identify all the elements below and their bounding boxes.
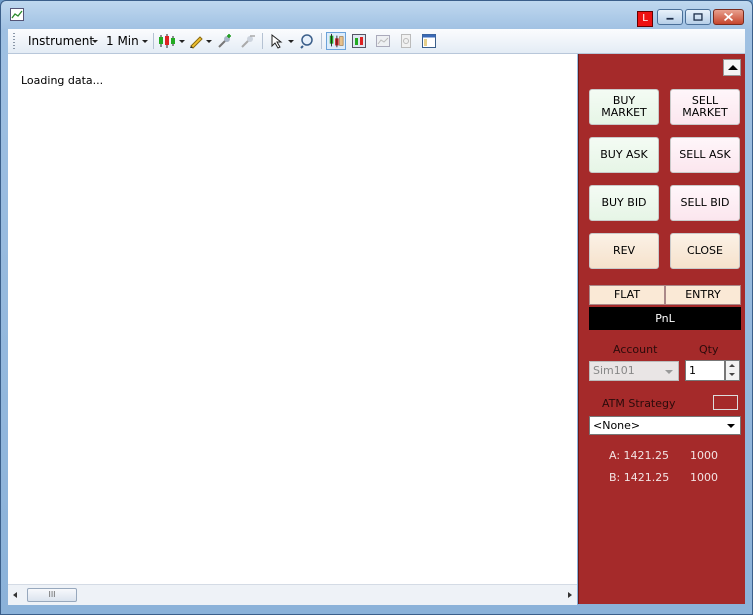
- close-icon: [723, 12, 734, 22]
- interval-selector[interactable]: 1 Min: [106, 34, 139, 48]
- position-row: FLAT ENTRY: [589, 285, 741, 305]
- chart-toolbar: Instrument 1 Min: [8, 29, 745, 54]
- toolbar-separator: [153, 33, 154, 49]
- minimize-button[interactable]: [657, 9, 683, 25]
- buy-bid-button[interactable]: BUY BID: [589, 185, 659, 221]
- buy-market-button[interactable]: BUY MARKET: [589, 89, 659, 125]
- chart-window: L Instrument 1 Min Loading data... III B…: [0, 0, 753, 615]
- scrollbar-thumb[interactable]: III: [27, 588, 77, 602]
- magnifier-icon[interactable]: [299, 33, 315, 49]
- toolbar-separator: [321, 33, 322, 49]
- zoom-in-icon[interactable]: [217, 33, 233, 49]
- horizontal-scrollbar[interactable]: III: [8, 584, 577, 605]
- toolbar-separator: [262, 33, 263, 49]
- atm-strategy-label: ATM Strategy: [602, 397, 676, 410]
- chevron-down-icon: [727, 424, 735, 428]
- atm-strategy-button[interactable]: [713, 395, 738, 410]
- reverse-button[interactable]: REV: [589, 233, 659, 269]
- qty-label: Qty: [699, 343, 719, 356]
- account-select[interactable]: Sim101: [589, 361, 679, 381]
- bid-price: B: 1421.25: [609, 471, 670, 484]
- ask-size: 1000: [690, 449, 718, 462]
- ask-price: A: 1421.25: [609, 449, 670, 462]
- chart-trader-icon[interactable]: [326, 32, 346, 50]
- quantity-input[interactable]: 1: [685, 360, 725, 381]
- drawing-tool-dropdown-arrow-icon[interactable]: [206, 40, 212, 43]
- connection-status-badge: L: [637, 11, 653, 27]
- close-position-button[interactable]: CLOSE: [670, 233, 740, 269]
- cursor-dropdown-arrow-icon[interactable]: [288, 40, 294, 43]
- drawing-tool-icon[interactable]: [188, 33, 204, 49]
- interval-dropdown-arrow-icon[interactable]: [142, 40, 148, 43]
- account-select-value: Sim101: [593, 364, 635, 377]
- entry-price: ENTRY: [665, 285, 741, 305]
- chart-trader-panel: BUY MARKET SELL MARKET BUY ASK SELL ASK …: [578, 54, 745, 604]
- quantity-stepper[interactable]: [725, 360, 740, 381]
- collapse-panel-button[interactable]: [723, 59, 741, 76]
- chevron-down-icon: [665, 370, 673, 374]
- bar-type-dropdown-arrow-icon[interactable]: [179, 40, 185, 43]
- scroll-right-arrow-icon[interactable]: [568, 592, 572, 598]
- stepper-down-icon[interactable]: [729, 373, 735, 376]
- zoom-out-icon[interactable]: [240, 33, 256, 49]
- chart-image-icon[interactable]: [375, 33, 391, 49]
- bar-type-icon[interactable]: [158, 33, 178, 49]
- sell-bid-button[interactable]: SELL BID: [670, 185, 740, 221]
- pnl-display: PnL: [589, 307, 741, 330]
- sell-ask-button[interactable]: SELL ASK: [670, 137, 740, 173]
- sell-market-button[interactable]: SELL MARKET: [670, 89, 740, 125]
- account-label: Account: [613, 343, 658, 356]
- chevron-up-icon: [728, 65, 738, 70]
- bid-size: 1000: [690, 471, 718, 484]
- instrument-dropdown-arrow-icon[interactable]: [92, 40, 98, 43]
- atm-strategy-select[interactable]: <None>: [589, 416, 741, 435]
- buy-ask-button[interactable]: BUY ASK: [589, 137, 659, 173]
- chart-canvas[interactable]: Loading data...: [8, 54, 577, 584]
- toolbar-grip[interactable]: [13, 33, 15, 49]
- scroll-left-arrow-icon[interactable]: [13, 592, 17, 598]
- properties-icon[interactable]: [421, 33, 437, 49]
- cursor-icon[interactable]: [269, 33, 285, 49]
- atm-strategy-value: <None>: [593, 419, 641, 432]
- maximize-button[interactable]: [685, 9, 711, 25]
- loading-status-text: Loading data...: [21, 74, 104, 87]
- save-icon[interactable]: [398, 33, 414, 49]
- chart-app-icon: [10, 8, 24, 21]
- minimize-icon: [666, 17, 674, 20]
- instrument-selector[interactable]: Instrument: [28, 34, 94, 48]
- close-window-button[interactable]: [713, 9, 744, 25]
- title-bar[interactable]: L: [1, 1, 752, 29]
- stepper-up-icon[interactable]: [729, 364, 735, 367]
- data-box-icon[interactable]: [351, 33, 367, 49]
- position-status: FLAT: [589, 285, 665, 305]
- maximize-icon: [693, 13, 703, 21]
